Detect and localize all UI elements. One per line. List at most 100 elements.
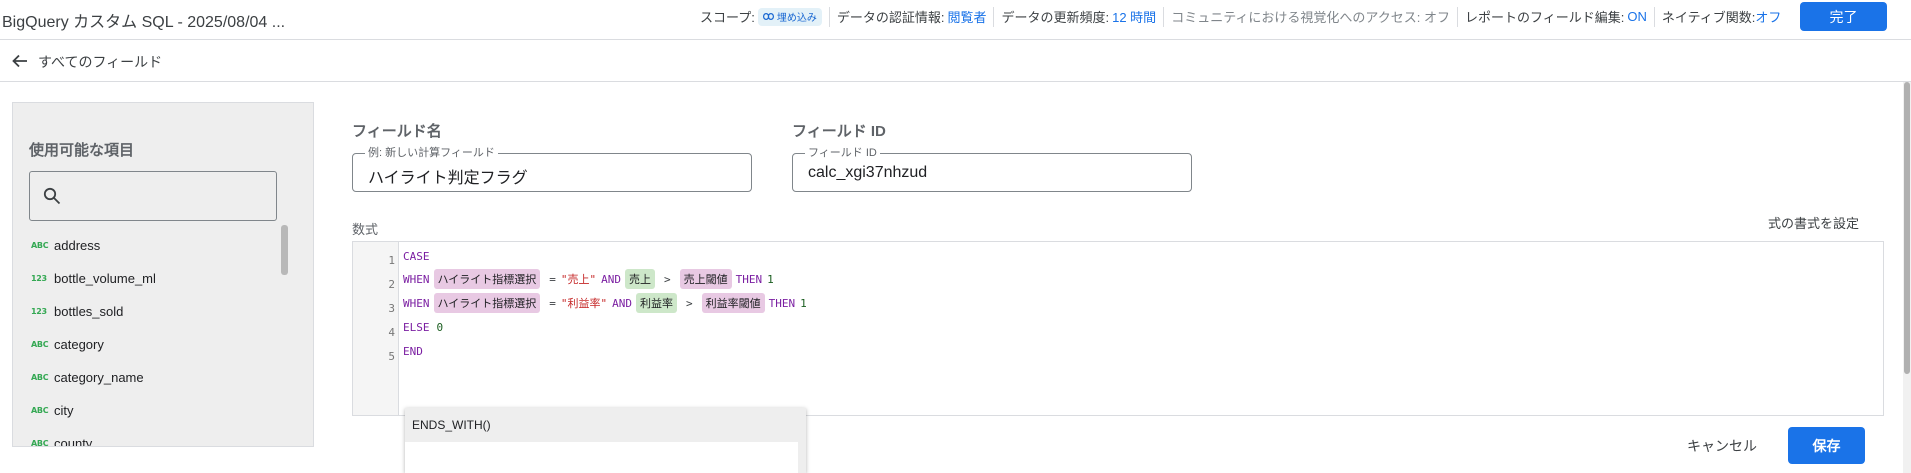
list-item[interactable]: ABC county [13,427,293,447]
field-name: category_name [54,370,144,385]
field-search-input[interactable] [29,171,277,221]
number-literal: 1 [800,296,807,310]
native-functions-value[interactable]: オフ [1755,7,1781,26]
field-chip[interactable]: 利益率閾値 [701,293,765,313]
string-literal: "売上" [560,273,597,286]
formula-label: 数式 [352,222,379,237]
field-chip[interactable]: 利益率 [636,293,678,313]
field-name: bottles_sold [54,304,124,319]
line-number: 3 [388,302,395,315]
keyword: WHEN [403,296,430,310]
divider [828,6,830,27]
operator: = [549,272,556,286]
number-type-icon: 123 [31,274,47,283]
operator: > [686,296,693,310]
report-field-edit-label: レポートのフィールド編集: [1464,10,1625,25]
cancel-button[interactable]: キャンセル [1672,430,1772,462]
field-name-input[interactable]: 例: 新しい計算フィールド ハイライト判定フラグ [352,147,752,192]
code-line: ELSE 0 [403,316,443,338]
community-access-setting[interactable]: コミュニティにおける視覚化へのアクセス: オフ [1171,7,1450,26]
field-chip[interactable]: 売上 [625,269,656,289]
done-button[interactable]: 完了 [1800,2,1887,31]
text-type-icon: ABC [31,373,49,382]
text-type-icon: ABC [31,340,49,349]
field-name: city [54,403,74,418]
string-literal: "利益率" [560,297,608,310]
operator: > [664,272,671,286]
keyword: CASE [403,249,430,263]
scope-label: スコープ: [700,10,755,25]
number-type-icon: 123 [31,307,47,316]
keyword: AND [601,272,622,286]
field-name-label: フィールド名 [352,123,442,140]
list-item[interactable]: ABC category [13,328,293,361]
divider [1653,6,1655,27]
available-fields-panel: 使用可能な項目 ABC address 123 bottle_volume_ml 1… [12,102,314,447]
line-number: 5 [388,350,395,363]
field-name: address [54,238,101,253]
field-name-placeholder: 例: 新しい計算フィールド [365,147,498,159]
list-item[interactable]: 123 bottles_sold [13,295,293,328]
data-source-title: BigQuery カスタム SQL - 2025/08/04 ... [2,14,286,31]
scope-badge[interactable]: 埋め込み [757,7,822,26]
arrow-back-icon[interactable] [10,51,30,71]
available-fields-heading: 使用可能な項目 [29,142,135,159]
freshness-label: データの更新頻度: [1001,10,1110,25]
field-id-input[interactable]: フィールド ID calc_xgi37nhzud [792,147,1192,192]
all-fields-link[interactable]: すべてのフィールド [38,52,162,72]
number-literal: 1 [767,272,774,286]
format-formula-link[interactable]: 式の書式を設定 [1768,213,1859,232]
code-line: WHEN ハイライト指標選択 = "売上" AND 売上 > 売上閾値 THEN… [403,268,774,290]
field-list: ABC address 123 bottle_volume_ml 123 bottle… [13,229,293,447]
field-id-label: フィールド ID [792,123,886,140]
credentials-value[interactable]: 閲覧者 [947,7,986,26]
page-scrollbar-thumb[interactable] [1904,82,1910,374]
keyword: WHEN [403,272,430,286]
field-chip[interactable]: ハイライト指標選択 [433,269,541,289]
code-line: CASE [403,245,430,267]
page-scrollbar[interactable] [1903,82,1911,473]
scope-badge-label: 埋め込み [776,13,817,24]
code-line: WHEN ハイライト指標選択 = "利益率" AND 利益率 > 利益率閾値 T… [403,292,807,314]
line-number: 4 [388,326,395,339]
keyword: THEN [768,296,796,310]
text-type-icon: ABC [31,406,49,415]
field-chip[interactable]: ハイライト指標選択 [433,293,541,313]
field-name: bottle_volume_ml [54,271,156,286]
field-chip[interactable]: 売上閾値 [679,269,732,289]
list-item[interactable]: ABC address [13,229,293,262]
autocomplete-dropdown: ENDS_WITH() [405,408,806,473]
formula-editor[interactable]: 1 2 3 4 5 CASE WHEN ハイライト指標選択 = "売上" AND… [352,241,1884,416]
field-name: category [54,337,104,352]
keyword: ELSE [403,320,430,334]
line-number: 1 [388,254,395,267]
text-type-icon: ABC [31,439,49,447]
number-literal: 0 [436,320,444,334]
text-type-icon: ABC [31,241,49,250]
field-name: county [54,436,93,447]
field-list-scrollbar[interactable] [281,225,288,275]
search-icon [43,187,61,205]
autocomplete-item[interactable]: ENDS_WITH() [405,408,806,442]
divider [993,6,995,27]
line-number-gutter: 1 2 3 4 5 [353,242,399,415]
autocomplete-scrollbar[interactable] [798,442,806,473]
freshness-value[interactable]: 12 時間 [1112,7,1156,26]
list-item[interactable]: ABC category_name [13,361,293,394]
keyword: THEN [735,272,763,286]
keyword: END [403,344,423,358]
field-id-legend: フィールド ID [805,147,880,159]
code-line: END [403,340,423,362]
line-number: 2 [388,278,395,291]
link-icon [762,13,774,20]
save-button[interactable]: 保存 [1788,427,1865,464]
report-field-edit-value[interactable]: ON [1627,9,1647,24]
list-item[interactable]: 123 bottle_volume_ml [13,262,293,295]
operator: = [549,296,556,310]
divider [1163,6,1165,27]
sub-bar: すべてのフィールド [0,41,1911,82]
list-item[interactable]: ABC city [13,394,293,427]
field-name-value: ハイライト判定フラグ [368,170,528,187]
keyword: AND [612,296,633,310]
native-functions-label: ネイティブ関数: [1661,10,1756,25]
